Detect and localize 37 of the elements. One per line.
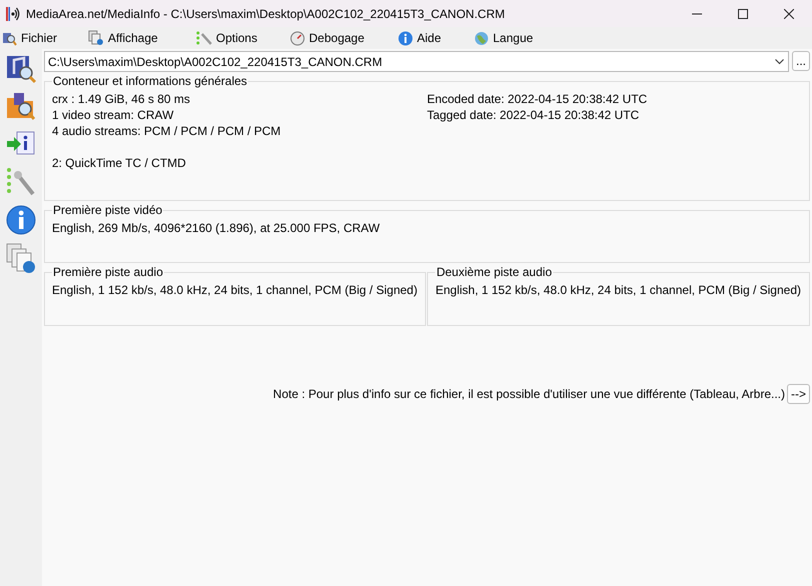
info-line: English, 1 152 kb/s, 48.0 kHz, 24 bits, 1 channel, PCM (Big / Signed) [435, 283, 801, 299]
documents-globe-icon[interactable] [4, 242, 37, 274]
info-line: 2: QuickTime TC / CTMD [52, 156, 187, 172]
info-line: 4 audio streams: PCM / PCM / PCM / PCM [52, 124, 282, 140]
wrench-list-icon [196, 30, 212, 46]
close-icon[interactable] [784, 8, 794, 18]
info-line: Tagged date: 2022-04-15 20:38:42 UTC [426, 108, 640, 124]
panel-title: Deuxième piste audio [435, 265, 553, 279]
info-line: English, 1 152 kb/s, 48.0 kHz, 24 bits, 1 channel, PCM (Big / Signed) [52, 283, 418, 299]
menu-item[interactable]: Options [216, 31, 258, 45]
documents-icon [88, 30, 104, 46]
gauge-icon [290, 30, 305, 46]
info-line: crx : 1.49 GiB, 46 s 80 ms [52, 92, 191, 108]
menu-item[interactable]: Debogage [309, 31, 364, 45]
menu-item[interactable]: Affichage [108, 31, 158, 45]
menu-item[interactable]: Langue [493, 31, 534, 45]
info-icon[interactable] [4, 204, 37, 236]
maximize-icon[interactable] [738, 8, 748, 18]
info-icon [398, 30, 413, 46]
file-path-combobox[interactable]: C:\Users\maxim\Desktop\A002C102_220415T3_CANON.CRM [44, 51, 789, 72]
info-line: English, 269 Mb/s, 4096*2160 (1.896), at 25.000 FPS, CRAW [52, 221, 381, 237]
menu-item[interactable]: Aide [417, 31, 442, 45]
panel-title: Conteneur et informations générales [52, 74, 248, 88]
panel-title: Première piste vidéo [52, 203, 164, 217]
info-line: 1 video stream: CRAW [52, 108, 175, 124]
info-line: Encoded date: 2022-04-15 20:38:42 UTC [426, 92, 648, 108]
menu-item[interactable]: Fichier [21, 31, 58, 45]
globe-icon [474, 30, 489, 46]
folder-search-icon[interactable] [4, 90, 37, 122]
magnifier-icon [2, 30, 17, 46]
app-logo-icon [6, 6, 20, 22]
dropdown-caret-icon[interactable] [774, 58, 784, 64]
note-text: Note : Pour plus d'info sur ce fichier, il est possible d'utiliser une vue différente (Tableau, Arbre...) [273, 387, 785, 401]
panel-title: Première piste audio [52, 265, 164, 279]
browse-button[interactable]: ... [792, 51, 810, 71]
next-view-button[interactable]: --> [787, 384, 810, 404]
window-title: MediaArea.net/MediaInfo - C:\Users\maxim\Desktop\A002C102_220415T3_CANON.CRM [26, 6, 506, 20]
